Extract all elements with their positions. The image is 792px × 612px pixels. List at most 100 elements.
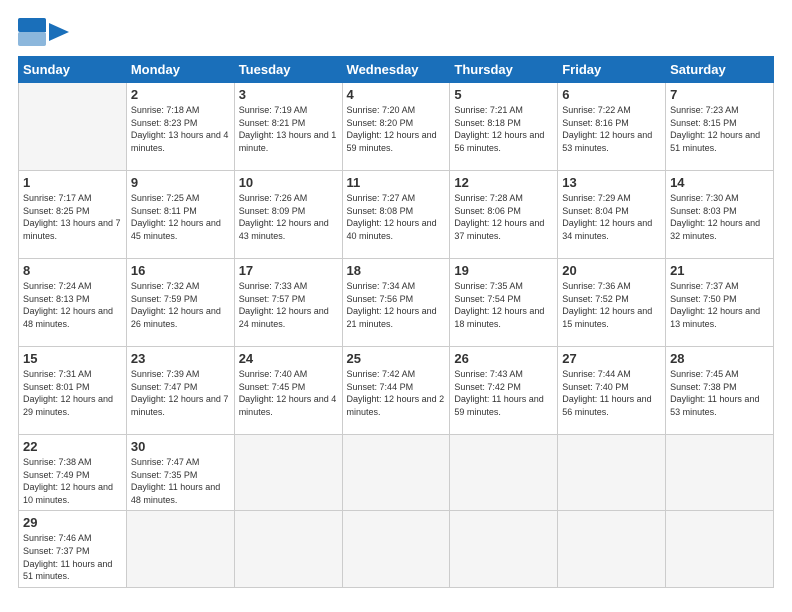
calendar-day-cell: 1Sunrise: 7:17 AMSunset: 8:25 PMDaylight…: [19, 171, 127, 259]
calendar-day-cell: 29 Sunrise: 7:46 AMSunset: 7:37 PMDayligh…: [19, 511, 127, 587]
calendar-day-cell: [666, 511, 774, 587]
day-info: Sunrise: 7:20 AMSunset: 8:20 PMDaylight:…: [347, 104, 446, 154]
calendar-day-cell: [450, 435, 558, 511]
logo: [18, 18, 70, 46]
calendar-day-cell: 3 Sunrise: 7:19 AMSunset: 8:21 PMDaylight…: [234, 83, 342, 171]
day-info: Sunrise: 7:46 AMSunset: 7:37 PMDaylight:…: [23, 532, 122, 582]
calendar-day-cell: 15 Sunrise: 7:31 AMSunset: 8:01 PMDayligh…: [19, 347, 127, 435]
day-number: 11: [347, 175, 446, 190]
day-info: Sunrise: 7:27 AMSunset: 8:08 PMDaylight:…: [347, 192, 446, 242]
day-info: Sunrise: 7:24 AMSunset: 8:13 PMDaylight:…: [23, 280, 122, 330]
calendar-day-cell: 16Sunrise: 7:32 AMSunset: 7:59 PMDayligh…: [126, 259, 234, 347]
day-info: Sunrise: 7:17 AMSunset: 8:25 PMDaylight:…: [23, 192, 122, 242]
day-info: Sunrise: 7:23 AMSunset: 8:15 PMDaylight:…: [670, 104, 769, 154]
day-info: Sunrise: 7:38 AMSunset: 7:49 PMDaylight:…: [23, 456, 122, 506]
day-number: 25: [347, 351, 446, 366]
calendar-day-cell: 10Sunrise: 7:26 AMSunset: 8:09 PMDayligh…: [234, 171, 342, 259]
day-info: Sunrise: 7:28 AMSunset: 8:06 PMDaylight:…: [454, 192, 553, 242]
calendar-day-cell: 20Sunrise: 7:36 AMSunset: 7:52 PMDayligh…: [558, 259, 666, 347]
day-info: Sunrise: 7:44 AMSunset: 7:40 PMDaylight:…: [562, 368, 661, 418]
calendar-header-tuesday: Tuesday: [234, 57, 342, 83]
day-info: Sunrise: 7:45 AMSunset: 7:38 PMDaylight:…: [670, 368, 769, 418]
day-info: Sunrise: 7:29 AMSunset: 8:04 PMDaylight:…: [562, 192, 661, 242]
day-info: Sunrise: 7:47 AMSunset: 7:35 PMDaylight:…: [131, 456, 230, 506]
day-number: 21: [670, 263, 769, 278]
day-info: Sunrise: 7:19 AMSunset: 8:21 PMDaylight:…: [239, 104, 338, 154]
day-number: 22: [23, 439, 122, 454]
calendar-header-thursday: Thursday: [450, 57, 558, 83]
logo-arrow-icon: [49, 23, 69, 41]
calendar-week-row: 29 Sunrise: 7:46 AMSunset: 7:37 PMDayligh…: [19, 511, 774, 587]
calendar-day-cell: [450, 511, 558, 587]
day-number: 27: [562, 351, 661, 366]
day-info: Sunrise: 7:33 AMSunset: 7:57 PMDaylight:…: [239, 280, 338, 330]
calendar-week-row: 1Sunrise: 7:17 AMSunset: 8:25 PMDaylight…: [19, 171, 774, 259]
day-number: 24: [239, 351, 338, 366]
page-container: SundayMondayTuesdayWednesdayThursdayFrid…: [0, 0, 792, 612]
calendar-table: SundayMondayTuesdayWednesdayThursdayFrid…: [18, 56, 774, 588]
day-number: 6: [562, 87, 661, 102]
calendar-day-cell: [558, 511, 666, 587]
calendar-day-cell: 19 Sunrise: 7:35 AMSunset: 7:54 PMDayligh…: [450, 259, 558, 347]
day-number: 26: [454, 351, 553, 366]
day-number: 28: [670, 351, 769, 366]
day-info: Sunrise: 7:31 AMSunset: 8:01 PMDaylight:…: [23, 368, 122, 418]
calendar-day-cell: 9Sunrise: 7:25 AMSunset: 8:11 PMDaylight…: [126, 171, 234, 259]
day-number: 12: [454, 175, 553, 190]
day-number: 7: [670, 87, 769, 102]
logo-text: [48, 23, 70, 41]
calendar-day-cell: 6 Sunrise: 7:22 AMSunset: 8:16 PMDaylight…: [558, 83, 666, 171]
calendar-day-cell: 13 Sunrise: 7:29 AMSunset: 8:04 PMDayligh…: [558, 171, 666, 259]
day-number: 10: [239, 175, 338, 190]
day-number: 17: [239, 263, 338, 278]
day-number: 8: [23, 263, 122, 278]
calendar-day-cell: 23 Sunrise: 7:39 AMSunset: 7:47 PMDayligh…: [126, 347, 234, 435]
day-info: Sunrise: 7:35 AMSunset: 7:54 PMDaylight:…: [454, 280, 553, 330]
calendar-day-cell: 22 Sunrise: 7:38 AMSunset: 7:49 PMDayligh…: [19, 435, 127, 511]
calendar-day-cell: 21 Sunrise: 7:37 AMSunset: 7:50 PMDayligh…: [666, 259, 774, 347]
day-number: 19: [454, 263, 553, 278]
calendar-day-cell: 14 Sunrise: 7:30 AMSunset: 8:03 PMDayligh…: [666, 171, 774, 259]
day-number: 23: [131, 351, 230, 366]
day-info: Sunrise: 7:32 AMSunset: 7:59 PMDaylight:…: [131, 280, 230, 330]
day-info: Sunrise: 7:39 AMSunset: 7:47 PMDaylight:…: [131, 368, 230, 418]
day-number: 20: [562, 263, 661, 278]
calendar-header-saturday: Saturday: [666, 57, 774, 83]
calendar-week-row: 2Sunrise: 7:18 AMSunset: 8:23 PMDaylight…: [19, 83, 774, 171]
day-number: 29: [23, 515, 122, 530]
calendar-day-cell: [234, 435, 342, 511]
day-number: 3: [239, 87, 338, 102]
day-info: Sunrise: 7:42 AMSunset: 7:44 PMDaylight:…: [347, 368, 446, 418]
day-info: Sunrise: 7:37 AMSunset: 7:50 PMDaylight:…: [670, 280, 769, 330]
calendar-day-cell: 17 Sunrise: 7:33 AMSunset: 7:57 PMDayligh…: [234, 259, 342, 347]
calendar-day-cell: [234, 511, 342, 587]
calendar-day-cell: 8 Sunrise: 7:24 AMSunset: 8:13 PMDaylight…: [19, 259, 127, 347]
day-number: 9: [131, 175, 230, 190]
calendar-day-cell: 24Sunrise: 7:40 AMSunset: 7:45 PMDayligh…: [234, 347, 342, 435]
calendar-day-cell: [19, 83, 127, 171]
day-number: 18: [347, 263, 446, 278]
calendar-day-cell: 2Sunrise: 7:18 AMSunset: 8:23 PMDaylight…: [126, 83, 234, 171]
calendar-day-cell: 5Sunrise: 7:21 AMSunset: 8:18 PMDaylight…: [450, 83, 558, 171]
day-info: Sunrise: 7:34 AMSunset: 7:56 PMDaylight:…: [347, 280, 446, 330]
calendar-day-cell: 7 Sunrise: 7:23 AMSunset: 8:15 PMDaylight…: [666, 83, 774, 171]
day-number: 14: [670, 175, 769, 190]
calendar-day-cell: [558, 435, 666, 511]
day-info: Sunrise: 7:30 AMSunset: 8:03 PMDaylight:…: [670, 192, 769, 242]
calendar-day-cell: 11 Sunrise: 7:27 AMSunset: 8:08 PMDayligh…: [342, 171, 450, 259]
calendar-day-cell: [126, 511, 234, 587]
day-number: 15: [23, 351, 122, 366]
day-info: Sunrise: 7:22 AMSunset: 8:16 PMDaylight:…: [562, 104, 661, 154]
calendar-day-cell: 26 Sunrise: 7:43 AMSunset: 7:42 PMDayligh…: [450, 347, 558, 435]
calendar-week-row: 8 Sunrise: 7:24 AMSunset: 8:13 PMDaylight…: [19, 259, 774, 347]
calendar-day-cell: [666, 435, 774, 511]
calendar-week-row: 22 Sunrise: 7:38 AMSunset: 7:49 PMDayligh…: [19, 435, 774, 511]
logo-icon: [18, 18, 46, 46]
calendar-day-cell: 30 Sunrise: 7:47 AMSunset: 7:35 PMDayligh…: [126, 435, 234, 511]
calendar-day-cell: 27 Sunrise: 7:44 AMSunset: 7:40 PMDayligh…: [558, 347, 666, 435]
day-info: Sunrise: 7:43 AMSunset: 7:42 PMDaylight:…: [454, 368, 553, 418]
day-number: 13: [562, 175, 661, 190]
day-number: 30: [131, 439, 230, 454]
calendar-header-row: SundayMondayTuesdayWednesdayThursdayFrid…: [19, 57, 774, 83]
calendar-day-cell: [342, 435, 450, 511]
